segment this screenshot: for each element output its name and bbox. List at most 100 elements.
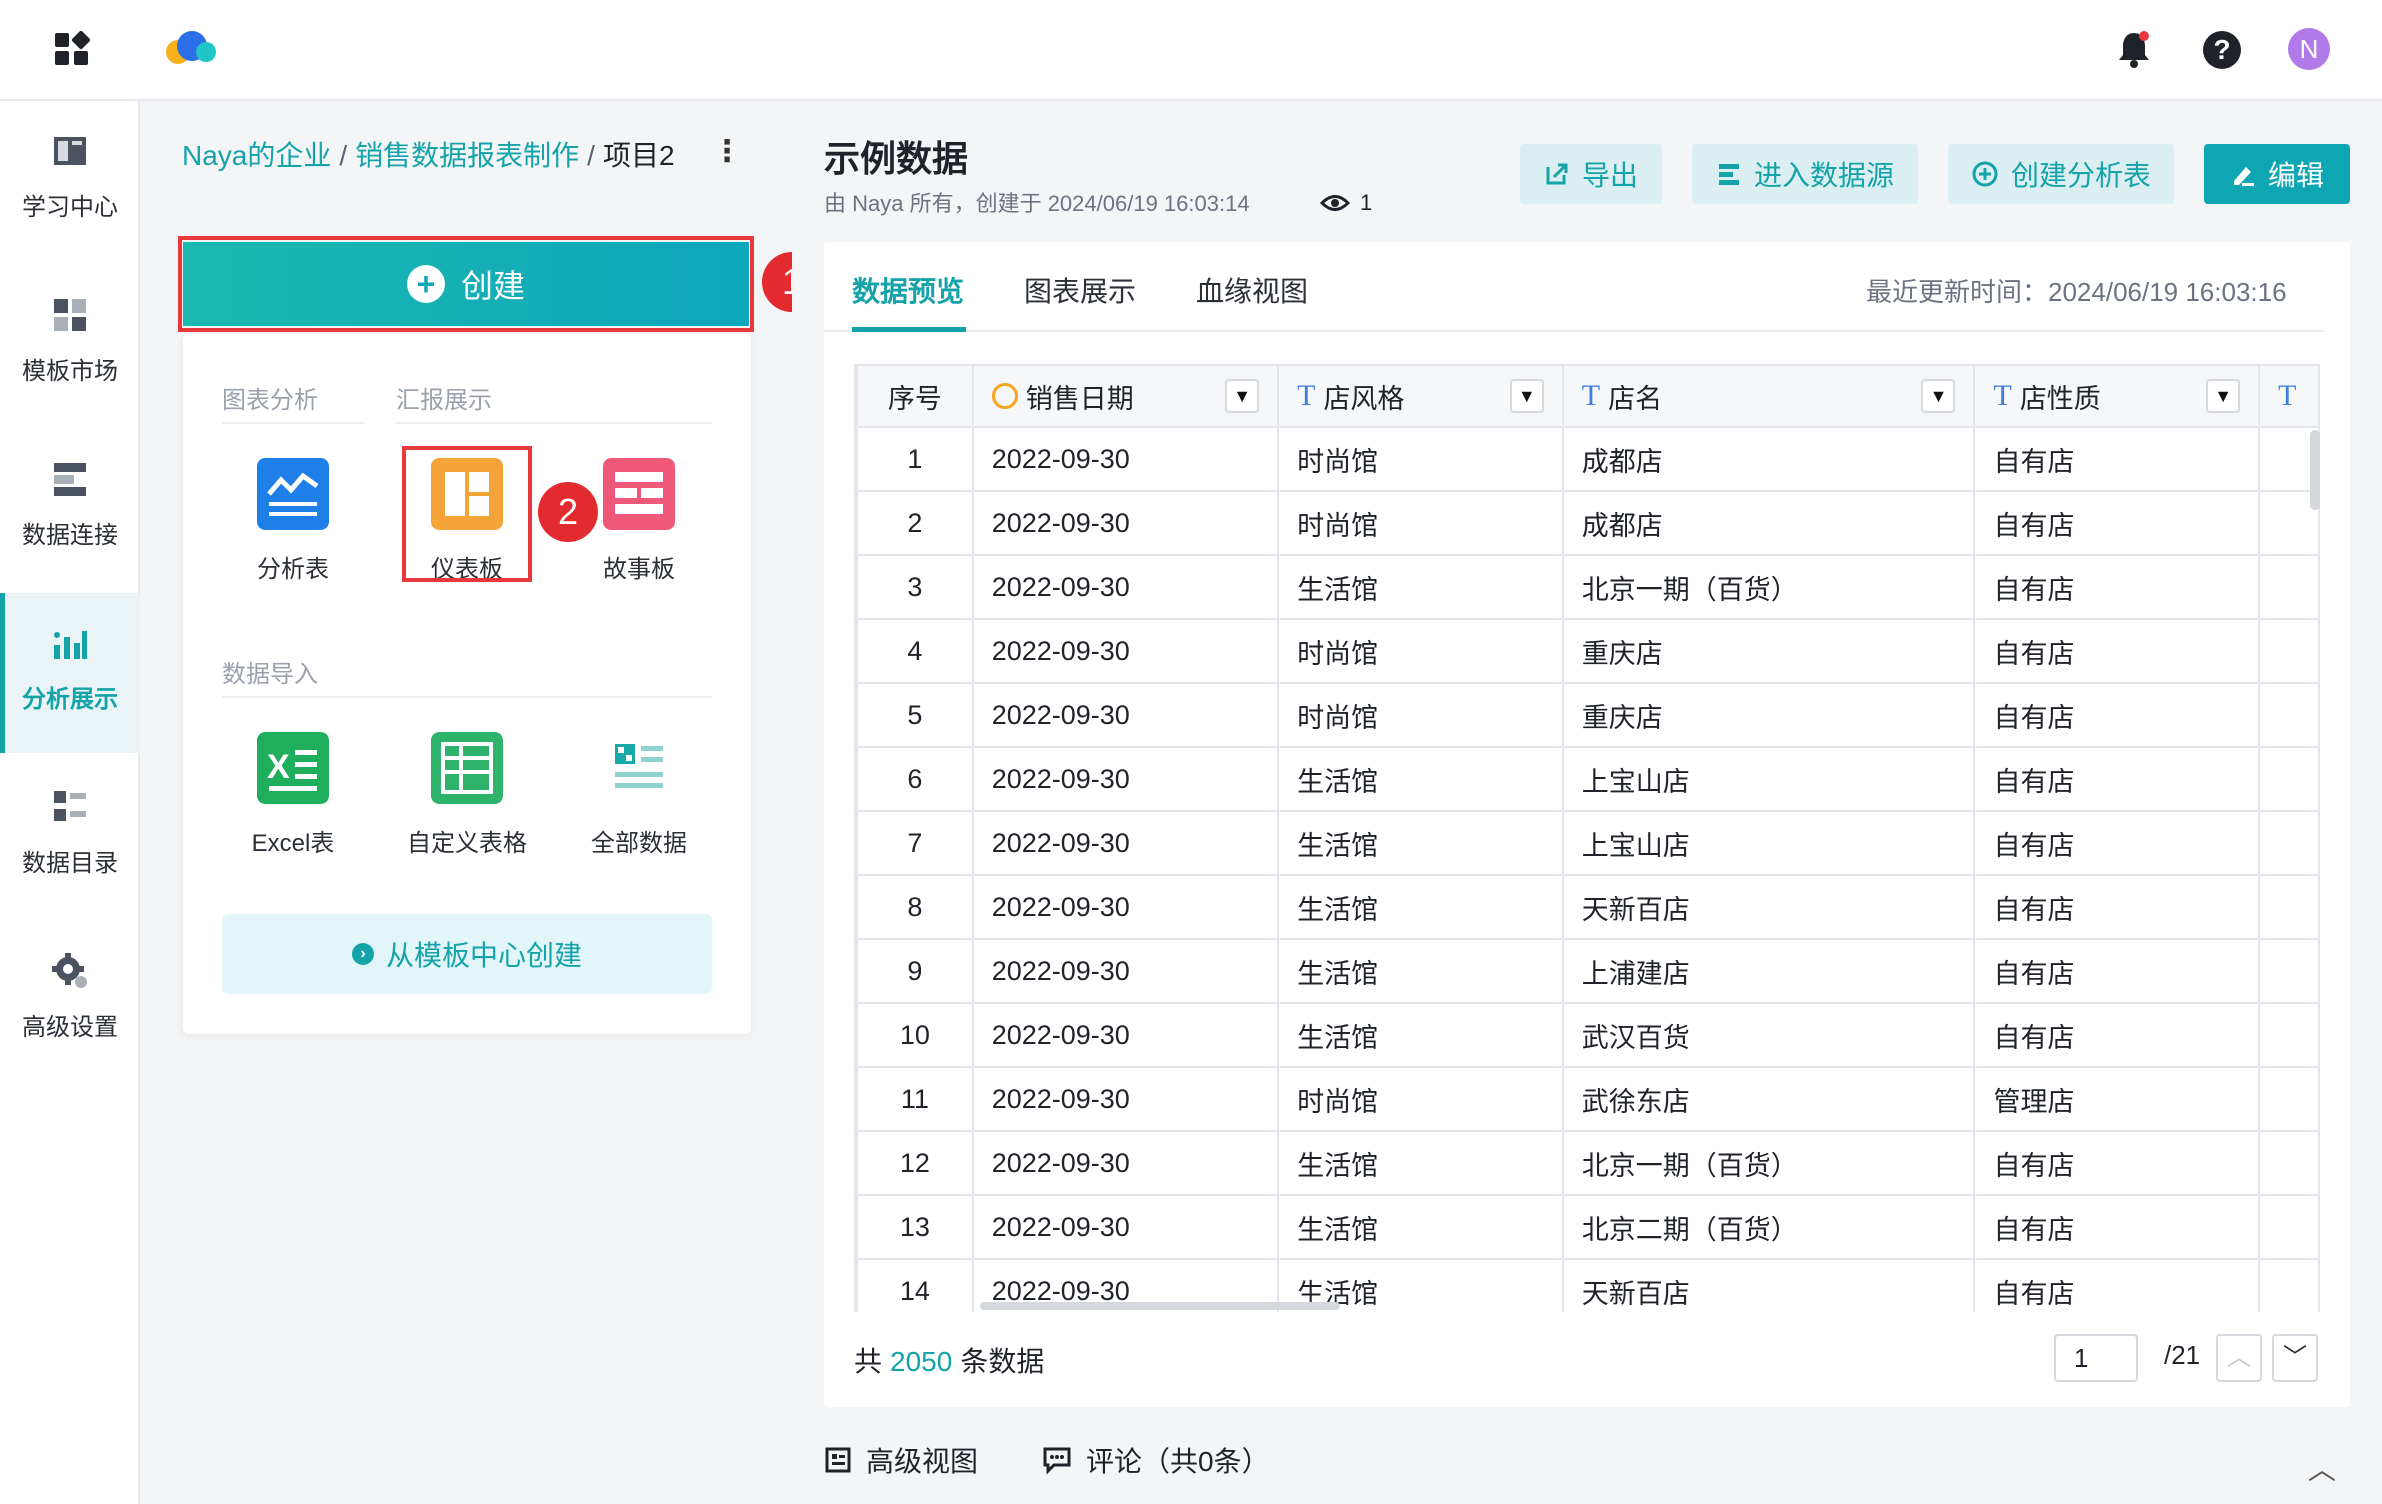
table-cell: 自有店: [1973, 938, 2261, 1004]
brand-logo-icon[interactable]: [160, 30, 224, 68]
table-row[interactable]: 6 2022-09-30 生活馆 上宝山店 自有店: [856, 746, 2320, 812]
table-cell: 生活馆: [1277, 874, 1564, 940]
tile-storyboard[interactable]: 故事板: [564, 458, 714, 584]
column-header-store-style[interactable]: T 店风格 ▼: [1277, 364, 1564, 428]
create-button[interactable]: + 创建: [183, 242, 749, 326]
advanced-view-icon: [825, 1447, 851, 1473]
breadcrumb-folder[interactable]: 销售数据报表制作: [355, 140, 579, 171]
table-cell: 2022-09-30: [971, 1194, 1280, 1260]
more-options-icon[interactable]: ⋮: [712, 134, 742, 169]
tab-data-preview[interactable]: 数据预览: [852, 270, 964, 310]
table-cell-overflow: [2258, 1258, 2320, 1312]
table-row[interactable]: 8 2022-09-30 生活馆 天新百店 自有店: [856, 874, 2320, 940]
total-count: 共 2050 条数据: [854, 1340, 1044, 1380]
create-from-template-button[interactable]: › 从模板中心创建: [222, 914, 712, 994]
enter-datasource-button[interactable]: 进入数据源: [1692, 144, 1918, 204]
data-table-container[interactable]: 序号 销售日期 ▼ T 店风格 ▼ T 店名 ▼ T 店性质 ▼ T 1 2022-09-30 时…: [854, 364, 2320, 1312]
arrow-right-icon: ›: [351, 943, 374, 965]
tile-all-data[interactable]: 全部数据: [564, 732, 714, 858]
table-cell: 北京一期（百货）: [1561, 554, 1976, 620]
table-cell: 时尚馆: [1277, 490, 1564, 556]
text-type-icon: T: [2278, 379, 2297, 412]
page-down-button[interactable]: ﹀: [2272, 1334, 2318, 1382]
table-row[interactable]: 2 2022-09-30 时尚馆 成都店 自有店: [856, 490, 2320, 556]
table-cell-overflow: [2258, 810, 2320, 876]
column-header-sales-date[interactable]: 销售日期 ▼: [971, 364, 1280, 428]
column-header-store-name[interactable]: T 店名 ▼: [1561, 364, 1976, 428]
page-number-input[interactable]: 1: [2054, 1334, 2138, 1382]
comments-label: 评论（共0条）: [1086, 1446, 1270, 1477]
last-updated: 最近更新时间：2024/06/19 16:03:16: [1866, 277, 2287, 307]
analysis-table-icon: [257, 458, 329, 530]
nav-item-template-market[interactable]: 模板市场: [0, 265, 140, 425]
table-cell: 自有店: [1973, 810, 2261, 876]
table-cell: 2022-09-30: [971, 810, 1280, 876]
nav-item-data-connection[interactable]: 数据连接: [0, 429, 140, 589]
nav-item-data-catalog[interactable]: 数据目录: [0, 757, 140, 917]
table-row[interactable]: 3 2022-09-30 生活馆 北京一期（百货） 自有店: [856, 554, 2320, 620]
table-cell: 重庆店: [1561, 682, 1976, 748]
table-cell-overflow: [2258, 1002, 2320, 1068]
table-cell: 自有店: [1973, 1194, 2261, 1260]
table-row[interactable]: 1 2022-09-30 时尚馆 成都店 自有店: [856, 426, 2320, 492]
left-nav: 学习中心 模板市场 数据连接 分析展示 数据目录 高级设置: [0, 101, 140, 1504]
table-row[interactable]: 10 2022-09-30 生活馆 武汉百货 自有店: [856, 1002, 2320, 1068]
dataset-meta: 由 Naya 所有，创建于 2024/06/19 16:03:14: [824, 191, 1250, 216]
help-icon[interactable]: ?: [2203, 31, 2241, 69]
comment-icon: [1043, 1447, 1071, 1474]
data-table: 序号 销售日期 ▼ T 店风格 ▼ T 店名 ▼ T 店性质 ▼ T 1 2022-09-30 时…: [856, 364, 2320, 1312]
breadcrumb: Naya的企业 / 销售数据报表制作 / 项目2: [182, 134, 675, 174]
table-row[interactable]: 13 2022-09-30 生活馆 北京二期（百货） 自有店: [856, 1194, 2320, 1260]
nav-item-advanced-settings[interactable]: 高级设置: [0, 921, 140, 1081]
page-up-button[interactable]: ︿: [2216, 1334, 2262, 1382]
breadcrumb-enterprise[interactable]: Naya的企业: [182, 140, 331, 171]
tile-label: 自定义表格: [407, 830, 527, 857]
table-cell: 13: [856, 1194, 974, 1260]
table-row[interactable]: 12 2022-09-30 生活馆 北京一期（百货） 自有店: [856, 1130, 2320, 1196]
nav-item-learning-center[interactable]: 学习中心: [0, 101, 140, 261]
collapse-panel-icon[interactable]: ︿: [2308, 1448, 2336, 1488]
advanced-view-button[interactable]: 高级视图: [824, 1440, 978, 1480]
edit-label: 编辑: [2267, 160, 2324, 191]
notification-bell-icon[interactable]: [2116, 30, 2152, 68]
export-button[interactable]: 导出: [1520, 144, 1662, 204]
tile-excel[interactable]: X Excel表: [218, 732, 368, 858]
horizontal-scrollbar[interactable]: [980, 1302, 1340, 1310]
nav-label: 数据目录: [22, 850, 118, 877]
tab-lineage-view[interactable]: 血缘视图: [1196, 270, 1308, 310]
nav-item-analysis[interactable]: 分析展示: [0, 593, 140, 753]
table-row[interactable]: 5 2022-09-30 时尚馆 重庆店 自有店: [856, 682, 2320, 748]
table-row[interactable]: 4 2022-09-30 时尚馆 重庆店 自有店: [856, 618, 2320, 684]
column-header-store-type[interactable]: T 店性质 ▼: [1973, 364, 2261, 428]
create-analysis-button[interactable]: 创建分析表: [1948, 144, 2174, 204]
table-cell: 自有店: [1973, 618, 2261, 684]
comments-button[interactable]: 评论（共0条）: [1042, 1440, 1270, 1480]
table-cell: 自有店: [1973, 1130, 2261, 1196]
tab-chart-display[interactable]: 图表展示: [1024, 270, 1136, 310]
plus-circle-icon: [1972, 161, 1998, 187]
template-icon: [54, 299, 86, 331]
table-row[interactable]: 9 2022-09-30 生活馆 上浦建店 自有店: [856, 938, 2320, 1004]
dataset-title: 示例数据: [824, 138, 969, 179]
tile-custom-table[interactable]: 自定义表格: [392, 732, 542, 858]
column-dropdown-icon[interactable]: ▼: [2206, 379, 2241, 413]
table-row[interactable]: 7 2022-09-30 生活馆 上宝山店 自有店: [856, 810, 2320, 876]
analysis-icon: [54, 631, 87, 659]
table-cell: 8: [856, 874, 974, 940]
table-cell: 9: [856, 938, 974, 1004]
tile-analysis-table[interactable]: 分析表: [218, 458, 368, 584]
table-cell: 自有店: [1973, 426, 2261, 492]
user-avatar[interactable]: N: [2288, 28, 2330, 70]
column-dropdown-icon[interactable]: ▼: [1921, 379, 1956, 413]
vertical-scrollbar[interactable]: [2310, 430, 2320, 510]
table-cell: 2022-09-30: [971, 1002, 1280, 1068]
table-cell: 2022-09-30: [971, 874, 1280, 940]
column-dropdown-icon[interactable]: ▼: [1225, 379, 1260, 413]
table-cell: 2022-09-30: [971, 682, 1280, 748]
table-cell: 上浦建店: [1561, 938, 1976, 1004]
table-row[interactable]: 11 2022-09-30 时尚馆 武徐东店 管理店: [856, 1066, 2320, 1132]
column-dropdown-icon[interactable]: ▼: [1509, 379, 1544, 413]
section-divider: [396, 422, 712, 424]
app-grid-icon[interactable]: [54, 31, 90, 67]
edit-button[interactable]: 编辑: [2204, 144, 2350, 204]
